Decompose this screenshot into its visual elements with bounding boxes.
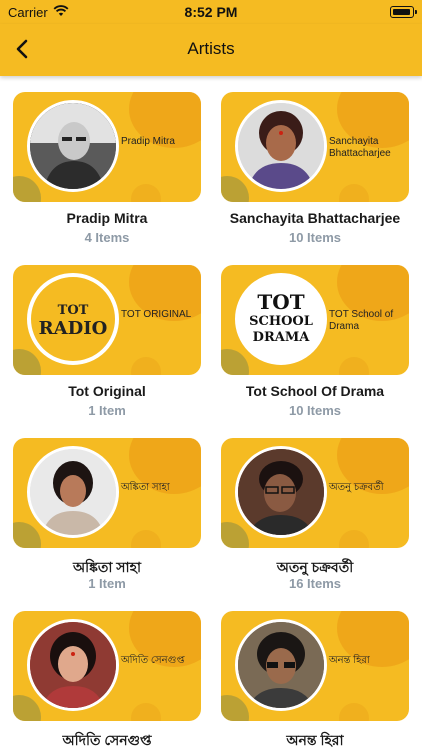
artist-banner: TOT SCHOOL DRAMA TOT School of Drama (221, 265, 409, 375)
logo-line2: RADIO (38, 318, 108, 339)
artist-card-sanchayita-bhattacharjee[interactable]: Sanchayita Bhattacharjee Sanchayita Bhat… (221, 76, 409, 248)
artist-caption: অনন্ত হিরা (329, 655, 370, 666)
battery-icon (390, 6, 417, 18)
artist-caption: Sanchayita Bhattacharjee (329, 136, 391, 159)
artist-card-ananta-hira[interactable]: অনন্ত হিরা অনন্ত হিরা (221, 595, 409, 750)
tot-school-logo: TOT SCHOOL DRAMA (235, 273, 327, 365)
logo-line1: TOT (257, 290, 305, 314)
artist-card-atanu-chakraborty[interactable]: অতনু চক্রবর্তী অতনু চক্রবর্তী 16 Items (221, 422, 409, 594)
nav-bar: Artists (0, 24, 422, 76)
page-title: Artists (187, 39, 235, 58)
artist-item-count: 10 Items (288, 230, 342, 245)
artist-banner: অতনু চক্রবর্তী (221, 438, 409, 548)
artist-avatar (235, 100, 327, 192)
artist-grid: Pradip Mitra Pradip Mitra 4 Items Sancha… (0, 76, 422, 750)
clock: 8:52 PM (184, 4, 238, 20)
logo-line2: SCHOOL (249, 314, 313, 329)
artist-banner: অঙ্কিতা সাহা (13, 438, 201, 548)
artist-avatar (27, 446, 119, 538)
artist-banner: Sanchayita Bhattacharjee (221, 92, 409, 202)
artist-item-count: 4 Items (84, 230, 130, 245)
artist-item-count: 10 Items (288, 403, 342, 418)
artist-banner: TOT RADIO TOT ORIGINAL (13, 265, 201, 375)
artist-name: Tot Original (68, 383, 146, 399)
artist-caption: অদিতি সেনগুপ্ত (121, 655, 185, 666)
artist-avatar (27, 619, 119, 711)
artist-name: Tot School Of Drama (245, 383, 385, 399)
artist-item-count: 1 Item (88, 576, 126, 591)
artist-avatar (235, 619, 327, 711)
artist-banner: অদিতি সেনগুপ্ত (13, 611, 201, 721)
logo-line1: TOT (57, 303, 89, 318)
artist-card-pradip-mitra[interactable]: Pradip Mitra Pradip Mitra 4 Items (13, 76, 201, 248)
tot-radio-logo: TOT RADIO (27, 273, 119, 365)
artist-banner: Pradip Mitra (13, 92, 201, 202)
artist-item-count: 16 Items (288, 576, 342, 591)
artist-avatar (235, 446, 327, 538)
artist-name: Sanchayita Bhattacharjee (229, 210, 401, 226)
artist-card-aditi-sengupta[interactable]: অদিতি সেনগুপ্ত অদিতি সেনগুপ্ত (13, 595, 201, 750)
artist-name: অদিতি সেনগুপ্ত (62, 732, 152, 748)
artist-avatar (27, 100, 119, 192)
logo-line3: DRAMA (252, 330, 310, 345)
status-bar: Carrier 8:52 PM (0, 0, 422, 24)
artist-caption: Pradip Mitra (121, 136, 175, 147)
artist-name: Pradip Mitra (66, 210, 148, 226)
artist-card-ankita-saha[interactable]: অঙ্কিতা সাহা অঙ্কিতা সাহা 1 Item (13, 422, 201, 594)
artist-banner: অনন্ত হিরা (221, 611, 409, 721)
artist-caption: TOT ORIGINAL (121, 309, 192, 320)
artist-name: অনন্ত হিরা (286, 732, 344, 748)
artist-caption: অতনু চক্রবর্তী (329, 482, 384, 493)
artist-card-tot-original[interactable]: TOT RADIO TOT ORIGINAL Tot Original 1 It… (13, 249, 201, 421)
artist-card-tot-school-of-drama[interactable]: TOT SCHOOL DRAMA TOT School of Drama Tot… (221, 249, 409, 421)
artist-item-count: 1 Item (88, 403, 126, 418)
artist-caption: TOT School of Drama (329, 309, 394, 332)
artist-caption: অঙ্কিতা সাহা (121, 482, 170, 493)
